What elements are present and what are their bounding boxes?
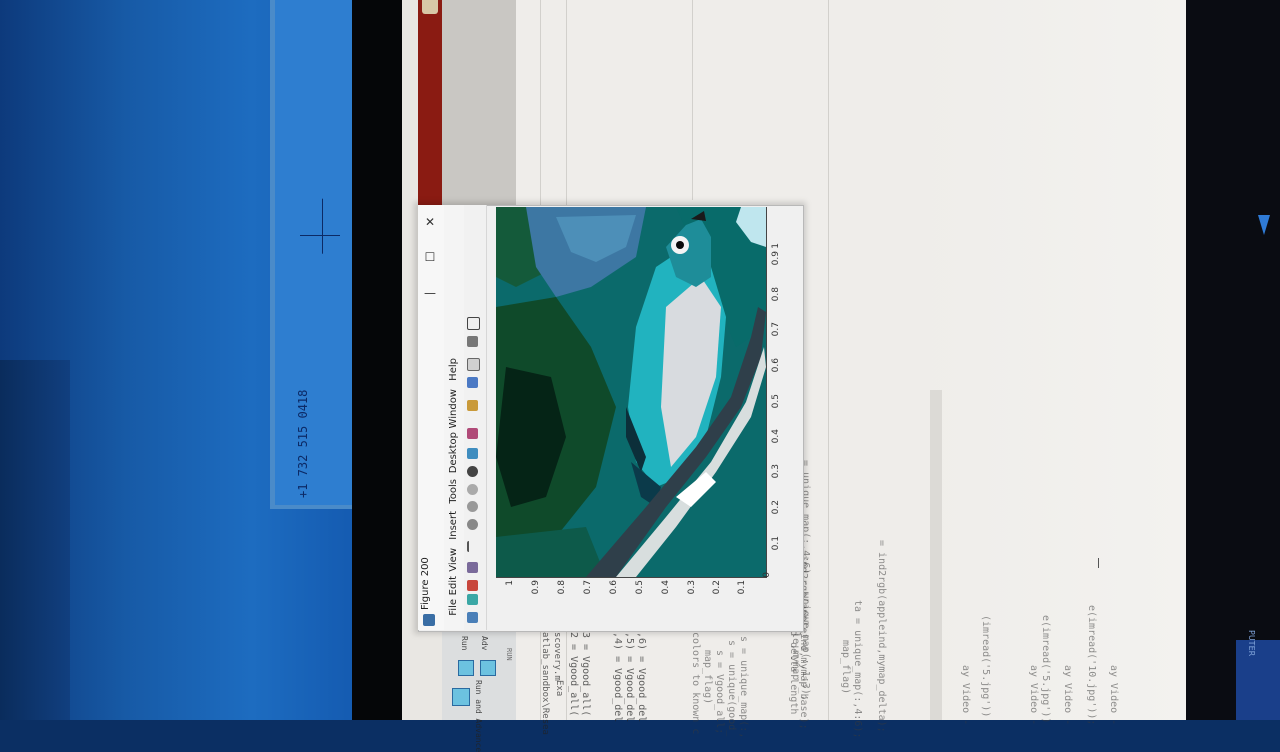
editor-tab-examples[interactable]: Exa — [554, 680, 564, 696]
toolstrip-advance[interactable]: Adv — [480, 636, 489, 650]
code-line: s = Vgood_all; — [714, 650, 725, 735]
tick-label: 0.7 — [771, 322, 781, 337]
code-line: ta = unique_map(:,4:6); — [852, 600, 863, 739]
menu-insert[interactable]: Insert — [445, 511, 463, 540]
maximize-button[interactable]: ☐ — [420, 247, 440, 267]
insert-legend-icon[interactable] — [467, 358, 480, 371]
code-line: s = unique_map(:, — [738, 636, 749, 739]
code-line: ay Video - — [1028, 665, 1039, 726]
code-line: map_flag) — [840, 640, 851, 695]
matlab-side-panel — [442, 0, 516, 205]
code-line: (imread('5.jpg')) — [980, 615, 991, 718]
whiteboard-phone-number: +1 732 515 0418 — [296, 389, 310, 498]
advance-icon[interactable] — [480, 660, 496, 676]
tick-label: 0.3 — [687, 580, 697, 595]
print-icon[interactable] — [467, 562, 478, 573]
y-axis-line — [766, 207, 767, 578]
tick-label: 0.2 — [712, 580, 722, 595]
editor-guide-line — [692, 0, 693, 200]
menu-help[interactable]: Help — [445, 358, 463, 381]
tick-label: 0 — [762, 572, 772, 578]
code-line: e(imread('10.jpg')); — [1086, 605, 1097, 726]
tick-label: 1 — [505, 580, 515, 586]
toolstrip-run[interactable]: Run — [460, 636, 469, 650]
pointer-icon[interactable] — [467, 541, 480, 552]
tick-label: 1 — [771, 243, 781, 249]
tick-label: 0.6 — [771, 358, 781, 373]
tick-label: 0.4 — [661, 580, 671, 595]
show-plot-tools-icon[interactable] — [467, 317, 480, 330]
menu-desktop[interactable]: Desktop — [445, 432, 463, 473]
minimize-button[interactable]: — — [420, 283, 440, 303]
new-figure-icon[interactable] — [467, 612, 478, 623]
tick-label: 0.4 — [771, 429, 781, 444]
brush-icon[interactable] — [467, 428, 478, 439]
tick-label: 0.8 — [771, 287, 781, 302]
tick-label: 0.3 — [771, 464, 781, 479]
menu-edit[interactable]: Edit — [445, 576, 463, 595]
tick-label: 0.9 — [771, 251, 781, 266]
code-line: ay Video - — [960, 665, 971, 726]
code-line: ay Video - — [1108, 665, 1119, 726]
code-line: ,5) = Vgood_del — [624, 632, 635, 723]
editor-file-tab[interactable]: scovery.m — [552, 632, 562, 681]
tick-label: 0.7 — [583, 580, 593, 595]
run-icon[interactable] — [458, 660, 474, 676]
code-line: 2 = Vgood_all( — [568, 632, 579, 717]
editor-scrollbar[interactable] — [930, 390, 942, 720]
menu-tools[interactable]: Tools — [445, 479, 463, 504]
text-cursor-ibeam — [1098, 558, 1105, 568]
code-line: colors to known c — [690, 632, 701, 735]
code-line: ay Video - — [1062, 665, 1073, 726]
open-file-icon[interactable] — [467, 594, 478, 605]
whiteboard-scribble-line — [300, 235, 340, 237]
monitor-bezel-left — [352, 0, 402, 720]
figure-axes-image[interactable] — [496, 207, 766, 577]
code-line: map_flag) — [702, 650, 713, 705]
zoom-in-icon[interactable] — [467, 519, 478, 530]
whiteboard-scribble — [322, 191, 343, 254]
tick-label: 0.9 — [531, 580, 541, 595]
wall-shadow — [0, 360, 70, 720]
bird-image — [496, 207, 766, 577]
save-icon[interactable] — [467, 580, 478, 591]
tick-label: 0.5 — [635, 580, 645, 595]
code-line: s = unique(good_ — [726, 640, 737, 737]
tick-label: 0.2 — [771, 500, 781, 515]
code-line: = ind2rgb(appleind,mymap_delta); — [876, 540, 887, 733]
link-plot-icon[interactable] — [467, 400, 478, 411]
pan-icon[interactable] — [467, 484, 478, 495]
tick-label: 0.6 — [609, 580, 619, 595]
close-button[interactable]: ✕ — [420, 212, 440, 232]
zoom-out-icon[interactable] — [467, 501, 478, 512]
monitor-bezel-right — [1186, 0, 1280, 720]
rotate-3d-icon[interactable] — [467, 466, 478, 477]
bezel-brand-text: PUTER — [1247, 630, 1256, 657]
tick-label: 0.1 — [771, 536, 781, 551]
editor-margin-line — [828, 0, 829, 720]
insert-colorbar-icon[interactable] — [467, 377, 478, 388]
toolstrip-section-label: RUN — [505, 648, 513, 661]
menu-view[interactable]: View — [445, 548, 463, 572]
hide-plot-tools-icon[interactable] — [467, 336, 478, 347]
figure-title: Figure 200 — [420, 557, 431, 610]
code-line: ,4) = Vgood_del — [612, 632, 623, 723]
code-line: ,6) = Vgood_del — [636, 632, 647, 723]
bezel-reflection — [1236, 640, 1280, 720]
tick-label: 0.5 — [771, 394, 781, 409]
toolstrip-run-and-advance[interactable]: Run and Advance — [474, 680, 483, 752]
code-line: e(imread('5.jpg')) — [1040, 615, 1051, 724]
matlab-figure-icon — [423, 614, 435, 626]
code-line: 3 = Vgood_all( — [580, 632, 591, 717]
x-axis-line — [496, 577, 766, 578]
tick-label: 0.1 — [737, 580, 747, 595]
matlab-title-strip — [418, 0, 442, 205]
menu-window[interactable]: Window — [445, 389, 463, 428]
run-and-advance-icon[interactable] — [452, 688, 470, 706]
data-cursor-icon[interactable] — [467, 448, 478, 459]
tick-label: 0.8 — [557, 580, 567, 595]
menu-file[interactable]: File — [445, 599, 463, 616]
matlab-logo-icon — [422, 0, 438, 14]
